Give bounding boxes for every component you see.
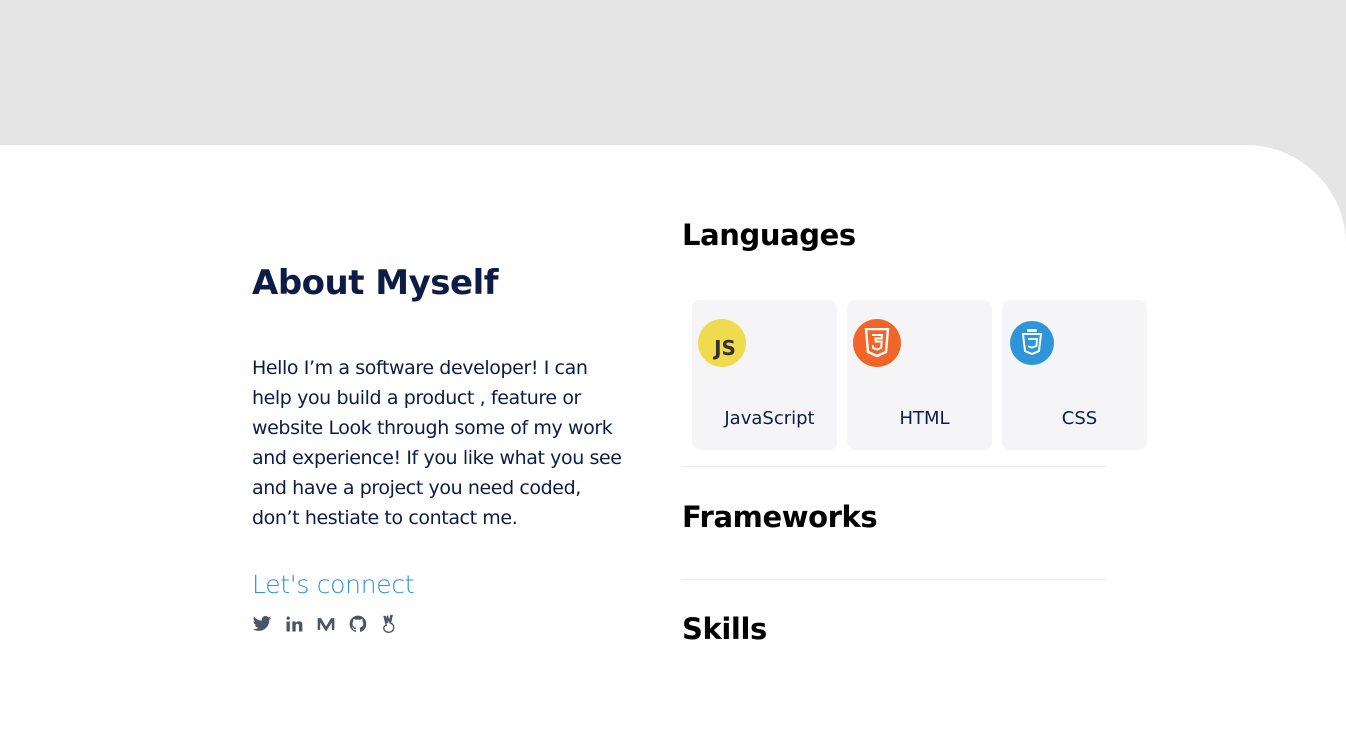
linkedin-icon[interactable] xyxy=(284,614,304,634)
angellist-icon[interactable] xyxy=(380,614,400,634)
javascript-icon: JS xyxy=(698,319,746,367)
language-name: JavaScript xyxy=(724,408,815,429)
css3-shield-icon xyxy=(1021,329,1043,356)
lets-connect-link[interactable]: Let's connect xyxy=(252,570,415,599)
languages-heading: Languages xyxy=(682,218,856,252)
frameworks-heading: Frameworks xyxy=(682,500,878,534)
about-title: About Myself xyxy=(252,263,499,303)
section-divider xyxy=(682,466,1107,467)
html5-icon xyxy=(853,319,901,367)
language-name: CSS xyxy=(1061,408,1098,429)
social-links xyxy=(252,614,400,634)
html5-shield-icon xyxy=(864,328,890,358)
css3-icon xyxy=(1010,321,1054,365)
twitter-icon[interactable] xyxy=(252,614,272,634)
language-card-css[interactable]: CSS xyxy=(1002,300,1147,450)
javascript-logo-text: JS xyxy=(714,336,736,360)
skills-heading: Skills xyxy=(682,612,767,646)
medium-icon[interactable] xyxy=(316,614,336,634)
github-icon[interactable] xyxy=(348,614,368,634)
section-divider xyxy=(682,579,1107,580)
language-name: HTML xyxy=(899,408,950,429)
languages-list: JS JavaScript HTML CSS xyxy=(692,300,1147,450)
about-body: Hello I’m a software developer! I can he… xyxy=(252,357,622,529)
language-card-javascript[interactable]: JS JavaScript xyxy=(692,300,837,450)
about-section: About Myself Hello I’m a software develo… xyxy=(252,263,624,529)
language-card-html[interactable]: HTML xyxy=(847,300,992,450)
